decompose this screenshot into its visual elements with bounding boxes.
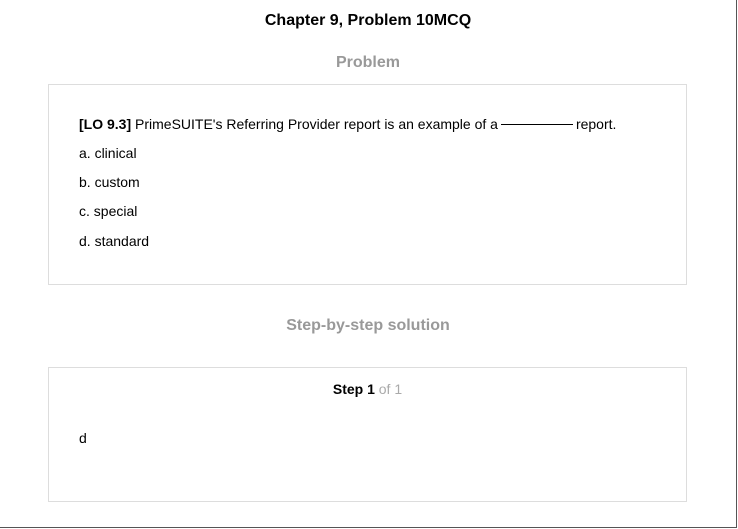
page-container: Chapter 9, Problem 10MCQ Problem [LO 9.3…	[0, 0, 737, 528]
learning-objective-tag: [LO 9.3]	[79, 116, 132, 132]
question-text: [LO 9.3] PrimeSUITE's Referring Provider…	[79, 114, 616, 134]
answer-option-a: a. clinical	[79, 145, 137, 161]
solution-answer: d	[79, 430, 87, 446]
step-number: Step 1	[332, 381, 375, 397]
problem-card: [LO 9.3] PrimeSUITE's Referring Provider…	[48, 84, 687, 285]
solution-heading: Step-by-step solution	[286, 317, 450, 334]
problem-heading: Problem	[335, 54, 400, 71]
step-total: of 1	[378, 381, 403, 397]
page-title: Chapter 9, Problem 10MCQ	[264, 12, 472, 29]
answer-option-b: b. custom	[79, 174, 140, 190]
question-stem: PrimeSUITE's Referring Provider report i…	[135, 116, 498, 132]
answer-option-c: c. special	[79, 203, 138, 219]
solution-card: Step 1 of 1 d	[48, 367, 687, 502]
answer-option-d: d. standard	[79, 233, 150, 249]
question-stem-end: report.	[575, 116, 617, 132]
step-indicator: Step 1 of 1	[49, 379, 686, 399]
fill-in-blank-line	[500, 123, 573, 125]
